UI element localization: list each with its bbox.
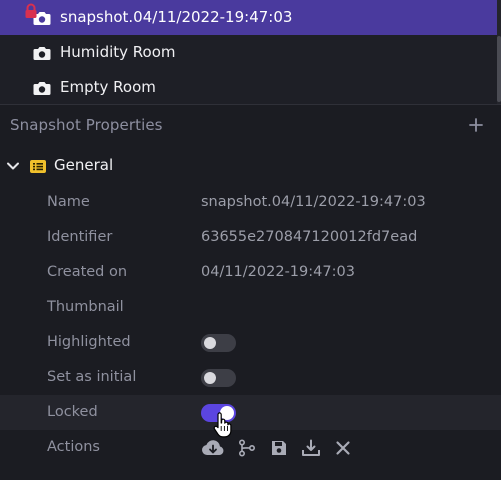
property-row-created-on: Created on 04/11/2022-19:47:03 <box>0 255 501 290</box>
snapshot-item-current[interactable]: snapshot.04/11/2022-19:47:03 <box>0 0 501 35</box>
property-row-set-as-initial: Set as initial <box>0 360 501 395</box>
set-as-initial-toggle[interactable] <box>201 369 236 387</box>
plus-icon[interactable] <box>468 117 484 133</box>
camera-icon <box>31 79 53 97</box>
property-row-actions: Actions <box>0 430 501 465</box>
snapshot-list: snapshot.04/11/2022-19:47:03 Humidity Ro… <box>0 0 501 104</box>
scrollbar-thumb[interactable] <box>497 36 501 102</box>
snapshot-item-empty-room[interactable]: Empty Room <box>0 70 501 105</box>
property-row-thumbnail: Thumbnail <box>0 290 501 325</box>
property-row-name: Name snapshot.04/11/2022-19:47:03 <box>0 185 501 220</box>
branch-icon[interactable] <box>237 439 257 457</box>
toggle-knob <box>204 372 216 384</box>
snapshot-item-label: Humidity Room <box>60 43 176 61</box>
close-icon[interactable] <box>333 439 353 457</box>
property-row-identifier: Identifier 63655e270847120012fd7ead <box>0 220 501 255</box>
cloud-download-icon[interactable] <box>201 439 224 457</box>
property-value-identifier: 63655e270847120012fd7ead <box>201 229 418 245</box>
toggle-knob <box>204 337 216 349</box>
toggle-knob <box>220 406 234 420</box>
property-row-locked: Locked <box>0 395 501 430</box>
snapshot-item-humidity-room[interactable]: Humidity Room <box>0 35 501 70</box>
property-key: Created on <box>47 264 128 280</box>
list-icon <box>30 158 46 173</box>
property-key: Name <box>47 194 90 210</box>
properties-header: Snapshot Properties <box>0 105 501 145</box>
property-value-name[interactable]: snapshot.04/11/2022-19:47:03 <box>201 185 426 220</box>
property-row-highlighted: Highlighted <box>0 325 501 360</box>
property-key: Identifier <box>47 229 113 245</box>
properties-title: Snapshot Properties <box>10 116 163 134</box>
section-title: General <box>54 156 114 174</box>
property-value-created-on: 04/11/2022-19:47:03 <box>201 264 355 280</box>
property-key: Thumbnail <box>47 299 124 315</box>
property-key: Locked <box>47 404 98 420</box>
property-key: Highlighted <box>47 334 131 350</box>
property-key: Actions <box>47 439 100 455</box>
snapshot-item-label: snapshot.04/11/2022-19:47:03 <box>60 8 293 26</box>
lock-badge-icon <box>24 3 38 19</box>
chevron-down-icon[interactable] <box>6 158 20 172</box>
highlighted-toggle[interactable] <box>201 334 236 352</box>
property-key: Set as initial <box>47 369 137 385</box>
download-icon[interactable] <box>301 439 321 457</box>
snapshot-item-label: Empty Room <box>60 78 156 96</box>
camera-icon <box>31 44 53 62</box>
save-icon[interactable] <box>269 439 289 457</box>
locked-toggle[interactable] <box>201 404 236 422</box>
section-general-header[interactable]: General <box>0 148 501 182</box>
